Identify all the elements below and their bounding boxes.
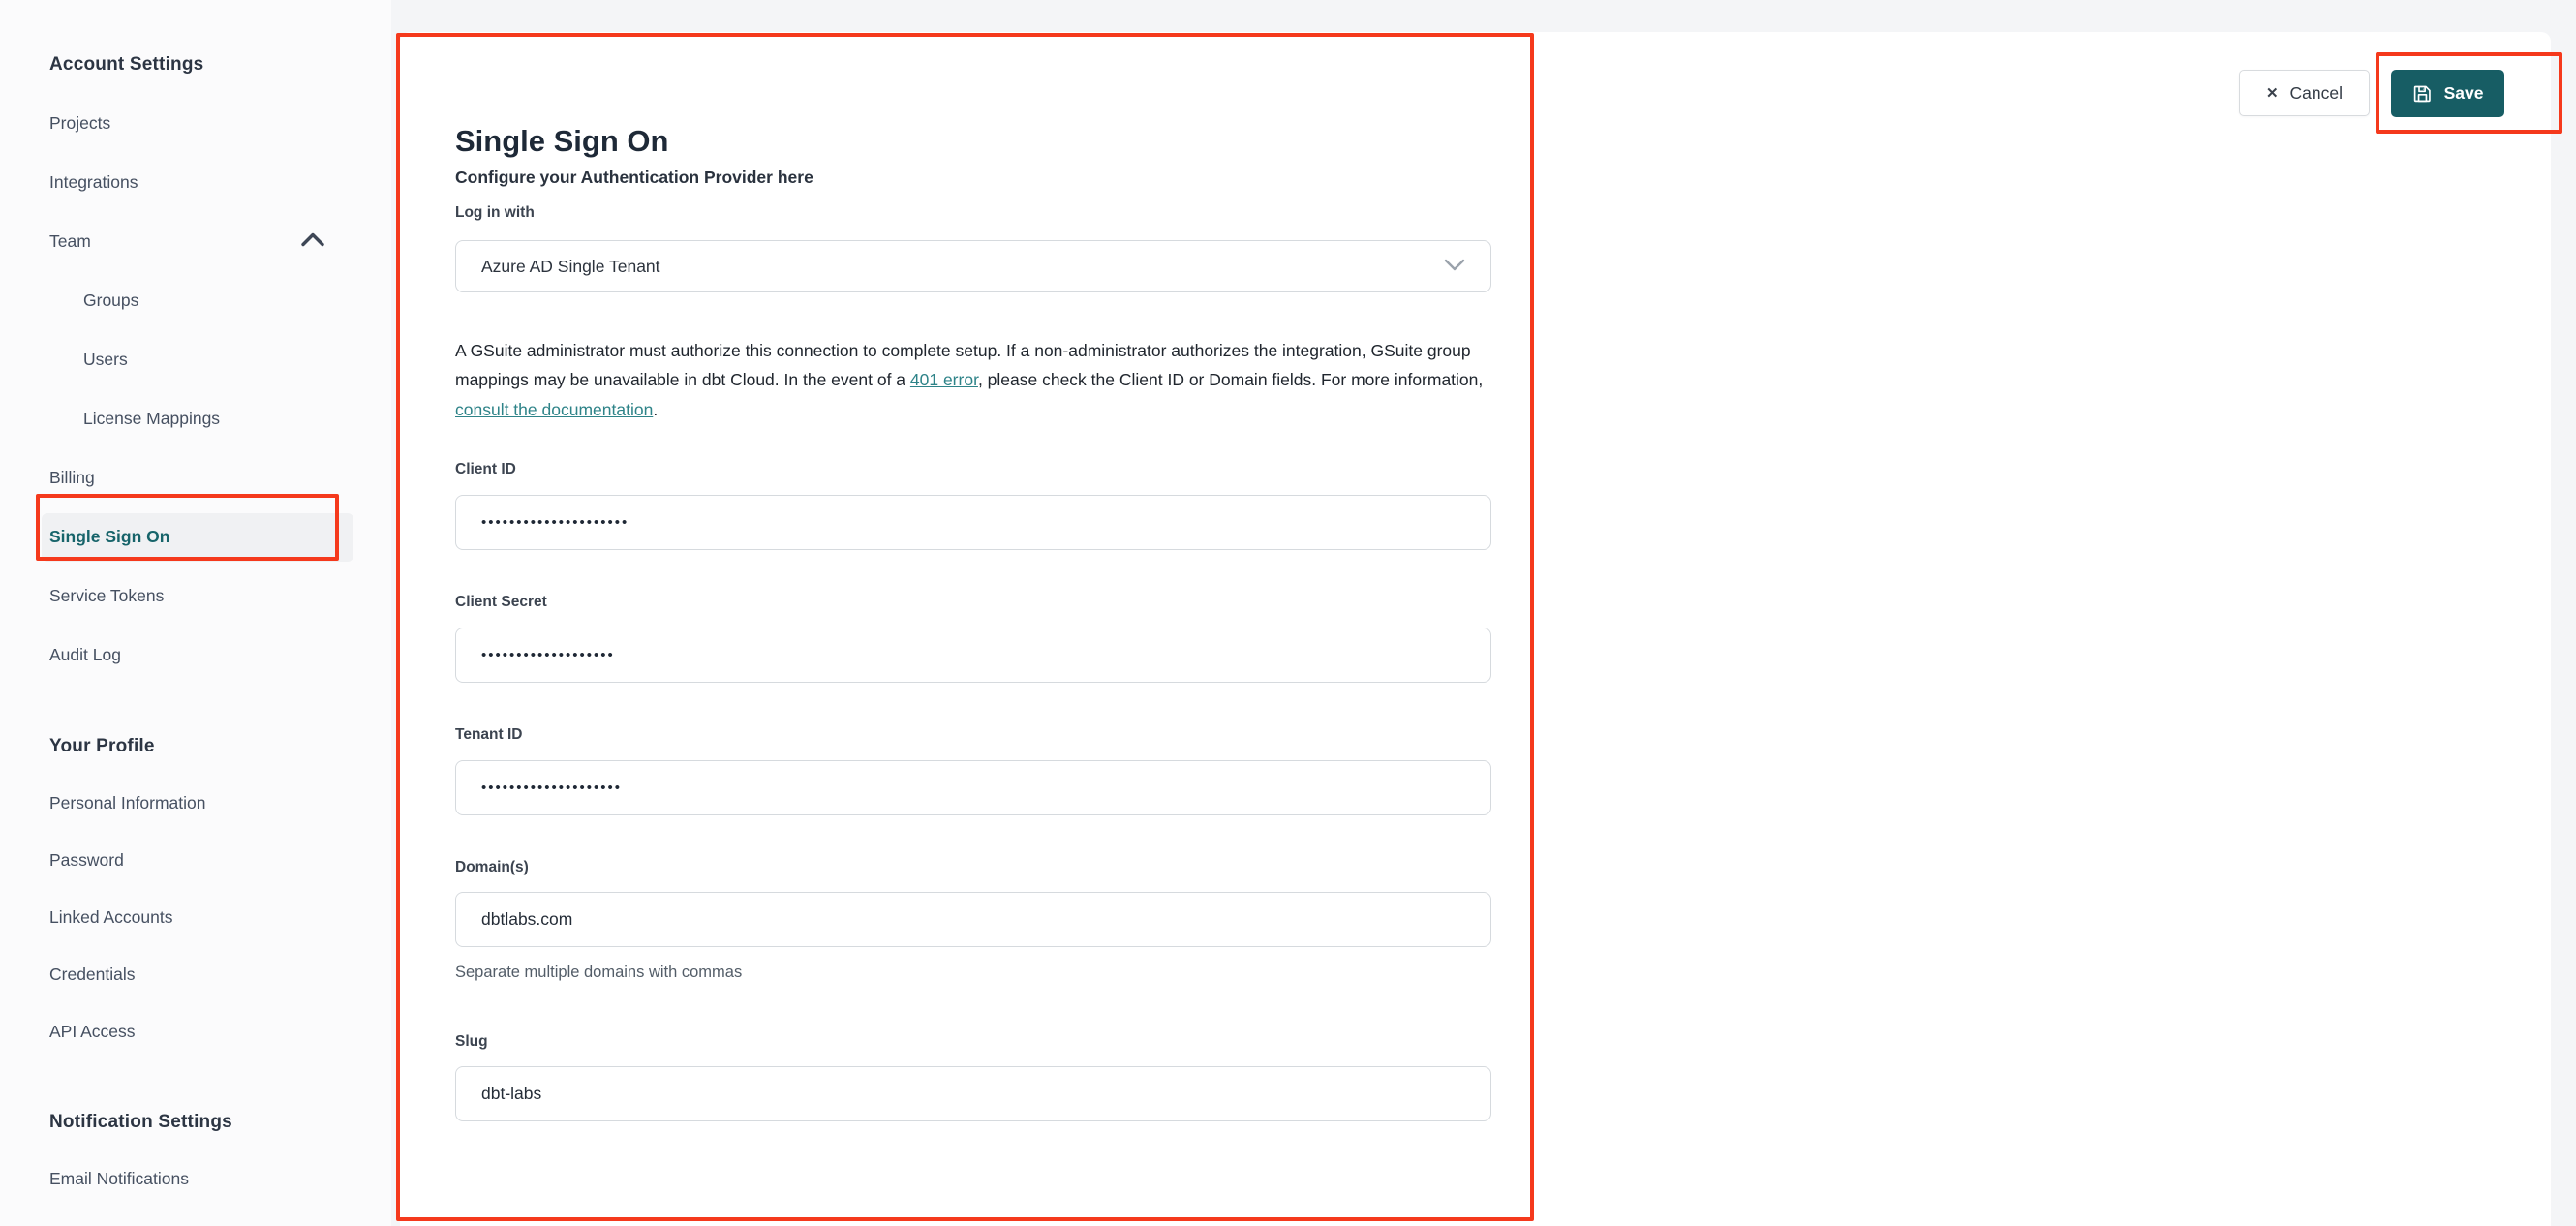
sidebar-item-label: Service Tokens [49, 586, 165, 605]
sidebar-item-email-notifications[interactable]: Email Notifications [0, 1150, 391, 1208]
sidebar-item-label: Users [83, 350, 128, 369]
sidebar-heading-notification-settings: Notification Settings [49, 1111, 232, 1132]
login-with-select[interactable]: Azure AD Single Tenant [455, 240, 1491, 292]
domains-helper-text: Separate multiple domains with commas [455, 964, 743, 981]
client-secret-input[interactable] [455, 628, 1491, 683]
close-x-icon: ✕ [2265, 85, 2279, 102]
slug-input[interactable] [455, 1066, 1491, 1121]
sidebar-item-license-mappings[interactable]: License Mappings [0, 389, 391, 448]
sidebar-item-label: Projects [49, 113, 111, 133]
sidebar-item-projects[interactable]: Projects [0, 94, 391, 153]
login-with-selected-value: Azure AD Single Tenant [481, 256, 660, 276]
sidebar-item-credentials[interactable]: Credentials [0, 946, 391, 1003]
page-subtitle: Configure your Authentication Provider h… [455, 168, 813, 187]
sidebar-item-label: License Mappings [83, 409, 221, 428]
sidebar-item-label: Email Notifications [49, 1169, 189, 1188]
sidebar-item-users[interactable]: Users [0, 330, 391, 389]
domains-input[interactable] [455, 892, 1491, 947]
sidebar-item-label: Credentials [49, 965, 136, 984]
client-secret-label: Client Secret [455, 594, 547, 610]
sidebar-item-label: Linked Accounts [49, 907, 173, 927]
sidebar-heading-account-settings: Account Settings [49, 53, 204, 75]
settings-sidebar: Account Settings Projects Integrations T… [0, 0, 391, 1226]
gsuite-authorization-notice: A GSuite administrator must authorize th… [455, 336, 1487, 425]
sidebar-item-label: Audit Log [49, 645, 121, 664]
sidebar-item-label: Integrations [49, 172, 138, 192]
save-button-label: Save [2443, 83, 2484, 103]
domains-label: Domain(s) [455, 859, 529, 875]
notice-text: , please check the Client ID or Domain f… [977, 370, 1484, 389]
sso-settings-card: Single Sign On Configure your Authentica… [400, 32, 2551, 1226]
sidebar-item-label: Billing [49, 468, 95, 487]
sidebar-item-password[interactable]: Password [0, 832, 391, 889]
sidebar-item-audit-log[interactable]: Audit Log [0, 626, 391, 685]
sidebar-item-single-sign-on[interactable]: Single Sign On [0, 507, 391, 567]
sidebar-item-linked-accounts[interactable]: Linked Accounts [0, 889, 391, 946]
sidebar-item-integrations[interactable]: Integrations [0, 153, 391, 212]
notice-text: . [653, 399, 659, 419]
page-title: Single Sign On [455, 123, 669, 158]
sidebar-item-personal-information[interactable]: Personal Information [0, 775, 391, 832]
sidebar-item-groups[interactable]: Groups [0, 271, 391, 330]
sidebar-item-service-tokens[interactable]: Service Tokens [0, 567, 391, 626]
sidebar-heading-your-profile: Your Profile [49, 735, 155, 756]
save-button[interactable]: Save [2391, 70, 2504, 117]
save-floppy-icon [2412, 83, 2433, 104]
sidebar-item-label: Groups [83, 291, 139, 310]
sidebar-item-label: Personal Information [49, 793, 206, 812]
tenant-id-input[interactable] [455, 760, 1491, 815]
sidebar-item-label: Single Sign On [49, 527, 170, 546]
cancel-button[interactable]: ✕ Cancel [2239, 70, 2370, 116]
sidebar-item-api-access[interactable]: API Access [0, 1003, 391, 1060]
chevron-down-icon [1444, 257, 1465, 277]
chevron-up-icon[interactable] [300, 231, 325, 252]
tenant-id-label: Tenant ID [455, 726, 523, 743]
slug-label: Slug [455, 1033, 488, 1050]
sidebar-item-label: API Access [49, 1022, 136, 1041]
client-id-label: Client ID [455, 461, 516, 477]
link-consult-documentation[interactable]: consult the documentation [455, 400, 653, 419]
sidebar-item-billing[interactable]: Billing [0, 448, 391, 507]
sidebar-item-label: Team [49, 231, 91, 251]
login-with-label: Log in with [455, 204, 535, 221]
sidebar-item-team[interactable]: Team [0, 212, 391, 271]
link-401-error[interactable]: 401 error [910, 370, 978, 389]
sidebar-item-label: Password [49, 850, 124, 870]
client-id-input[interactable] [455, 495, 1491, 550]
cancel-button-label: Cancel [2289, 82, 2344, 103]
